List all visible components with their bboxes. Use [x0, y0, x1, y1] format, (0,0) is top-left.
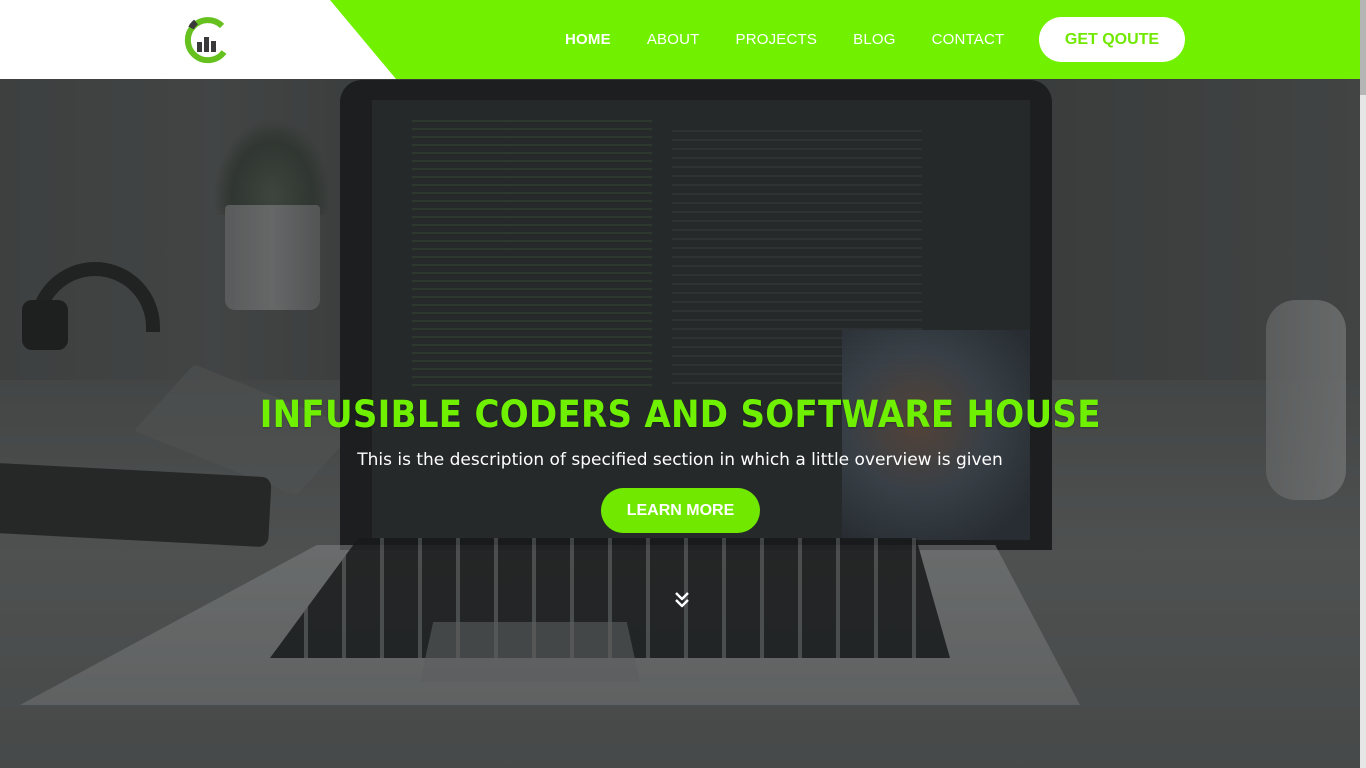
page-scrollbar[interactable]: [1360, 0, 1366, 768]
nav-item-blog[interactable]: BLOG: [853, 31, 895, 48]
nav-item-home[interactable]: HOME: [565, 31, 611, 48]
get-quote-button[interactable]: GET QOUTE: [1039, 17, 1185, 62]
hero-dark-overlay: [0, 0, 1366, 768]
site-header: HOME ABOUT PROJECTS BLOG CONTACT GET QOU…: [0, 0, 1360, 79]
double-chevron-down-icon[interactable]: [673, 590, 691, 610]
nav-item-contact[interactable]: CONTACT: [932, 31, 1005, 48]
main-nav: HOME ABOUT PROJECTS BLOG CONTACT: [565, 0, 1040, 79]
hero-description: This is the description of specified sec…: [357, 450, 1003, 470]
nav-item-projects[interactable]: PROJECTS: [736, 31, 818, 48]
learn-more-button[interactable]: LEARN MORE: [601, 488, 760, 533]
c-bar-chart-logo-icon[interactable]: [182, 14, 230, 64]
hero-title: INFUSIBLE CODERS AND SOFTWARE HOUSE: [259, 393, 1101, 436]
scrollbar-thumb[interactable]: [1360, 0, 1366, 95]
hero-background: [0, 0, 1366, 768]
nav-item-about[interactable]: ABOUT: [647, 31, 700, 48]
